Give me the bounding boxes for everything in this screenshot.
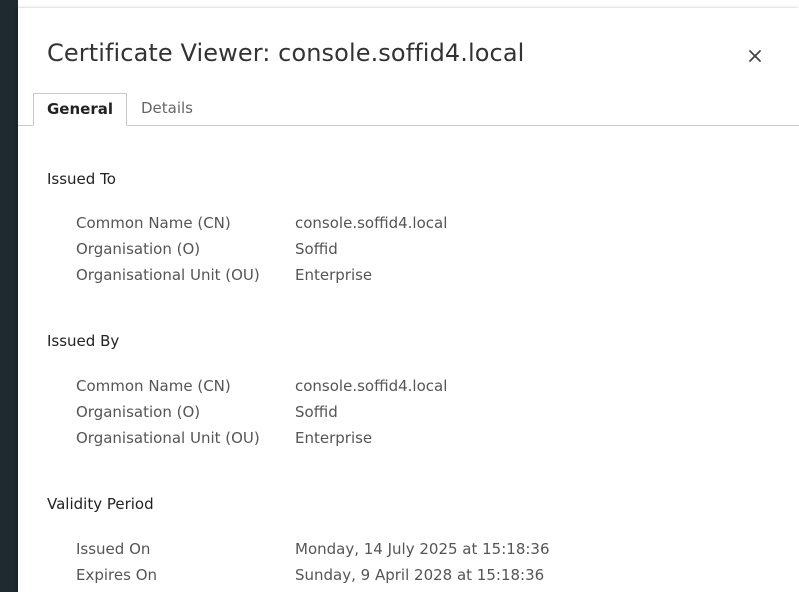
expires-on-label: Expires On	[76, 566, 158, 584]
issued-to-cn-label: Common Name (CN)	[76, 214, 231, 232]
issued-on-label: Issued On	[76, 540, 151, 558]
expires-on-value: Sunday, 9 April 2028 at 15:18:36	[295, 566, 545, 584]
issued-by-o-label: Organisation (O)	[76, 403, 201, 421]
issued-to-ou-value: Enterprise	[295, 266, 373, 284]
tab-general[interactable]: General	[33, 93, 127, 126]
issued-to-heading: Issued To	[47, 170, 116, 188]
issued-to-cn-value: console.soffid4.local	[295, 214, 448, 232]
window-backdrop	[0, 0, 18, 592]
validity-period-heading: Validity Period	[47, 495, 154, 513]
issued-to-o-value: Soffid	[295, 240, 338, 258]
tab-details[interactable]: Details	[128, 93, 206, 125]
certificate-viewer-dialog: Certificate Viewer: console.soffid4.loca…	[18, 8, 799, 592]
issued-to-ou-label: Organisational Unit (OU)	[76, 266, 260, 284]
issued-by-cn-value: console.soffid4.local	[295, 377, 448, 395]
close-icon	[747, 48, 763, 64]
issued-on-value: Monday, 14 July 2025 at 15:18:36	[295, 540, 550, 558]
issued-by-heading: Issued By	[47, 332, 120, 350]
close-button[interactable]	[737, 38, 773, 74]
dialog-title: Certificate Viewer: console.soffid4.loca…	[47, 39, 525, 67]
issued-to-o-label: Organisation (O)	[76, 240, 201, 258]
issued-by-cn-label: Common Name (CN)	[76, 377, 231, 395]
tab-bar: General Details	[18, 93, 799, 126]
issued-by-ou-label: Organisational Unit (OU)	[76, 429, 260, 447]
issued-by-ou-value: Enterprise	[295, 429, 373, 447]
issued-by-o-value: Soffid	[295, 403, 338, 421]
